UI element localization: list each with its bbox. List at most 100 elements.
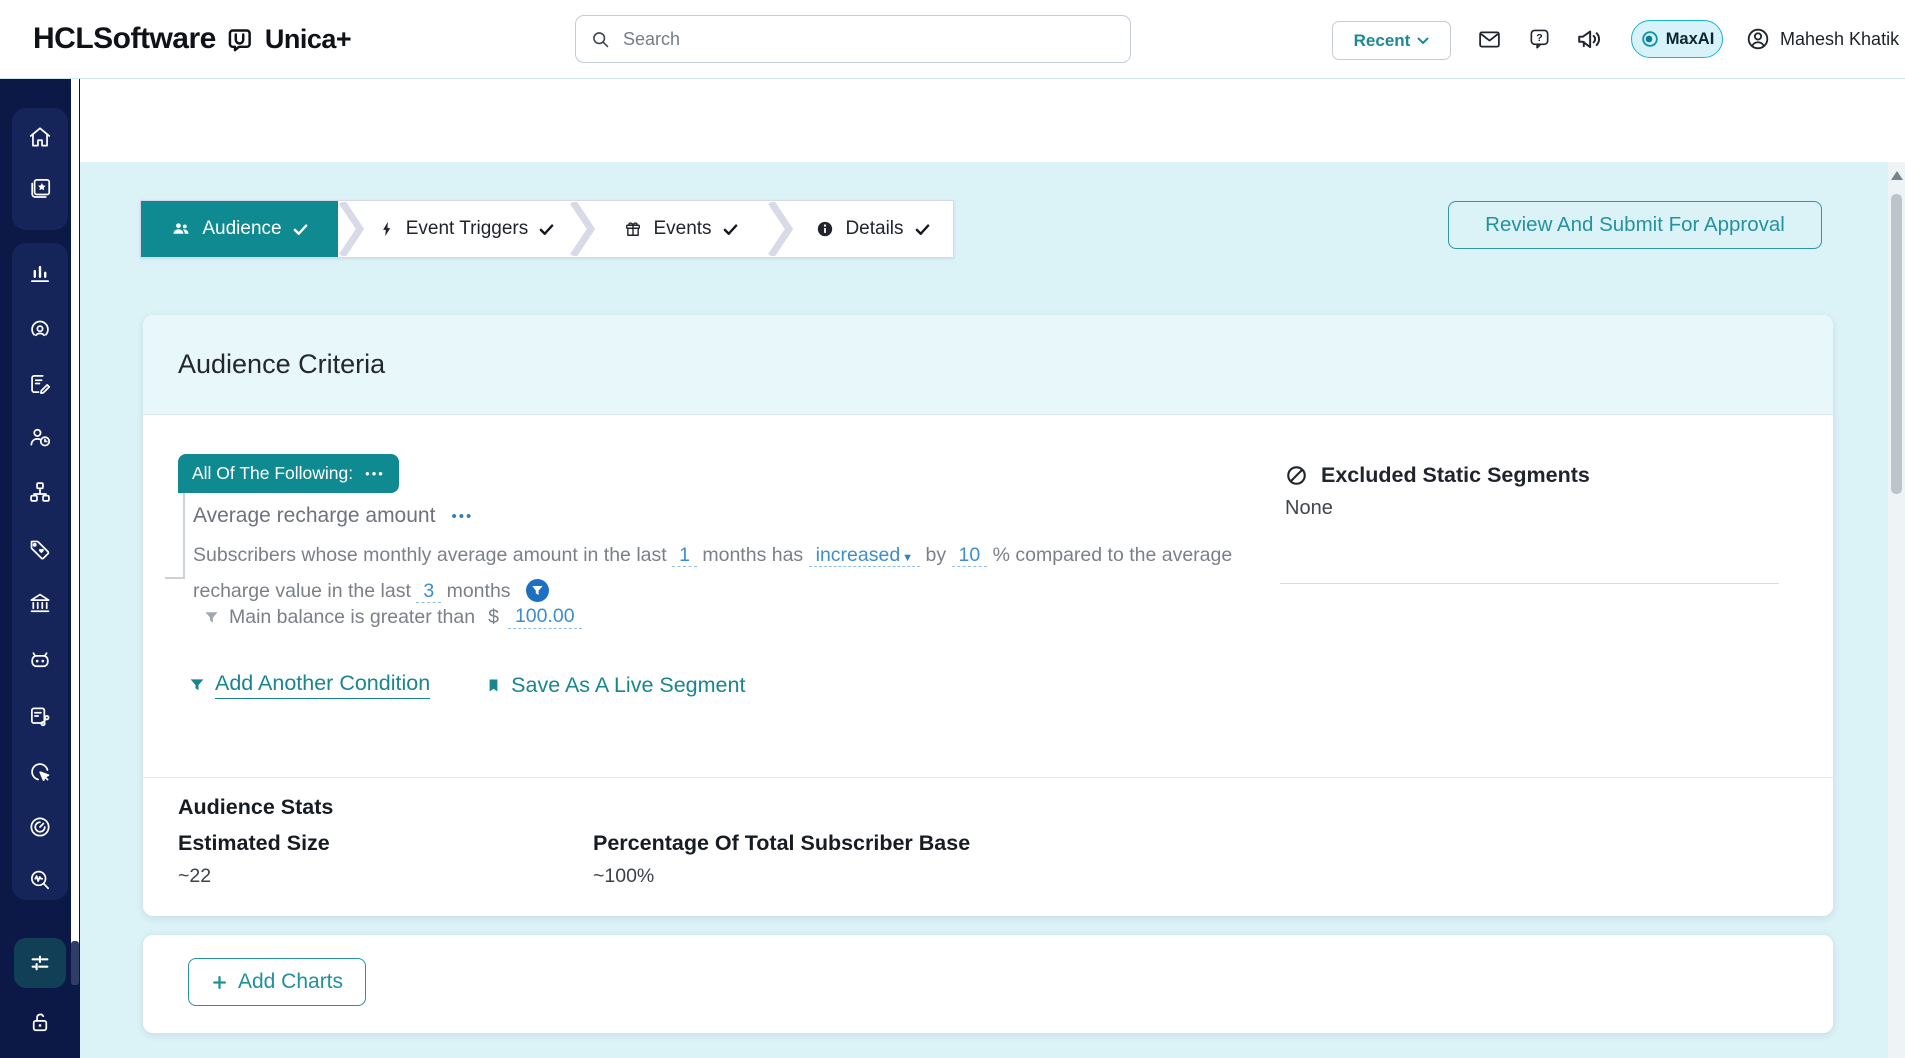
pct-subscriber-label: Percentage Of Total Subscriber Base <box>593 831 971 855</box>
step-events[interactable]: Events <box>595 201 767 257</box>
step-audience[interactable]: Audience <box>141 201 338 257</box>
condition-group-chip[interactable]: All Of The Following: ••• <box>178 454 399 493</box>
condition-tree-line <box>183 493 185 579</box>
condition-tree-foot <box>165 577 183 579</box>
currency-symbol: $ <box>488 605 499 628</box>
add-condition-link[interactable]: Add Another Condition <box>188 671 431 699</box>
stats-title: Audience Stats <box>178 795 334 819</box>
tag-heart-icon[interactable] <box>27 537 53 563</box>
condition-row: Average recharge amount ••• <box>193 504 473 528</box>
group-menu-dots-icon[interactable]: ••• <box>365 467 385 480</box>
excluded-segments-header: Excluded Static Segments <box>1285 463 1590 488</box>
add-charts-button[interactable]: Add Charts <box>188 958 366 1006</box>
chevron-down-icon <box>1417 37 1429 44</box>
maxai-icon <box>1641 31 1658 47</box>
sliders-settings-icon <box>31 955 49 971</box>
condition-actions: Add Another Condition Save As A Live Seg… <box>188 671 745 699</box>
step-separator-icon <box>768 202 793 256</box>
info-icon <box>818 221 833 237</box>
months-lookback-value[interactable]: 1 <box>672 544 697 567</box>
audience-group-icon <box>173 223 189 234</box>
step-label: Events <box>653 218 712 239</box>
sentence-text: Subscribers whose monthly average amount… <box>193 544 667 566</box>
review-submit-button[interactable]: Review And Submit For Approval <box>1448 201 1822 249</box>
estimated-size-label: Estimated Size <box>178 831 330 855</box>
excluded-value: None <box>1285 497 1333 519</box>
sentence-text: by <box>925 544 947 566</box>
robot-icon[interactable] <box>27 647 53 673</box>
trend-dropdown[interactable]: increased ▼ <box>808 544 921 567</box>
compare-months-value[interactable]: 3 <box>416 580 442 603</box>
filter-badge-icon[interactable] <box>525 579 549 602</box>
percent-value[interactable]: 10 <box>951 544 988 567</box>
document-edit-icon[interactable] <box>27 371 53 397</box>
lock-open-icon[interactable] <box>27 1009 53 1035</box>
sentence-text: recharge value in the last <box>193 580 411 602</box>
maxai-label: MaxAI <box>1665 29 1715 48</box>
excluded-title: Excluded Static Segments <box>1321 463 1590 487</box>
scroll-up-arrow-icon[interactable] <box>1891 171 1903 180</box>
user-avatar-icon <box>1747 28 1769 50</box>
person-clock-icon[interactable] <box>27 424 53 450</box>
user-menu[interactable]: Mahesh Khatik <box>1745 0 1899 78</box>
unica-logo: Unica+ <box>264 23 352 54</box>
bank-icon[interactable] <box>27 590 53 616</box>
gift-icon <box>626 222 641 236</box>
page-scrollbar[interactable] <box>1888 162 1905 1058</box>
save-segment-link[interactable]: Save As A Live Segment <box>485 673 745 698</box>
sentence-line-2: recharge value in the last 3 months <box>193 575 1393 608</box>
condition-menu-dots-icon[interactable]: ••• <box>451 508 473 525</box>
group-label: All Of The Following: <box>192 463 354 483</box>
unica-badge-icon <box>226 26 253 53</box>
app-header: HCLSoftware Unica+ Recent ? <box>0 0 1905 79</box>
search-bar[interactable] <box>575 15 1131 63</box>
maxai-button[interactable]: MaxAI <box>1631 20 1723 58</box>
search-icon <box>590 29 611 50</box>
sub-condition-text: Main balance is greater than <box>229 605 476 628</box>
sentence-line-1: Subscribers whose monthly average amount… <box>193 539 1393 575</box>
cursor-click-icon[interactable] <box>27 759 53 785</box>
sidebar-settings-button[interactable] <box>14 938 66 988</box>
announcement-icon[interactable] <box>1574 0 1604 78</box>
recent-dropdown[interactable]: Recent <box>1332 21 1451 60</box>
user-name: Mahesh Khatik <box>1780 28 1900 49</box>
org-chart-icon[interactable] <box>27 479 53 505</box>
page-scrollbar-thumb[interactable] <box>1891 194 1902 494</box>
mail-icon[interactable] <box>1477 0 1502 78</box>
card-header: Audience Criteria <box>143 315 1833 415</box>
sentence-text: months <box>446 580 511 602</box>
brand-logos: HCLSoftware Unica+ <box>33 0 352 78</box>
step-details[interactable]: Details <box>793 201 953 257</box>
step-label: Details <box>845 218 904 239</box>
help-icon[interactable]: ? <box>1528 0 1551 78</box>
condition-name: Average recharge amount <box>193 504 436 527</box>
stats-divider <box>143 777 1833 778</box>
sentence-text: months has <box>702 544 804 566</box>
balance-value[interactable]: 100.00 <box>507 605 582 629</box>
svg-text:?: ? <box>1536 32 1542 44</box>
charts-card: Add Charts <box>143 935 1833 1033</box>
sidebar-scrollbar[interactable] <box>71 78 79 985</box>
step-separator-icon <box>570 202 595 256</box>
audience-criteria-card: Audience Criteria All Of The Following: … <box>143 315 1833 916</box>
broadcast-person-icon[interactable] <box>27 317 53 343</box>
sidebar-scrollbar-thumb[interactable] <box>71 941 79 985</box>
plus-icon <box>213 975 226 989</box>
gauge-icon[interactable] <box>27 814 53 840</box>
bookmark-icon <box>489 678 498 692</box>
dropdown-caret-icon: ▼ <box>902 552 914 564</box>
card-title: Audience Criteria <box>178 349 386 379</box>
bar-chart-icon[interactable] <box>27 260 53 286</box>
condition-sentence: Subscribers whose monthly average amount… <box>193 539 1393 608</box>
step-event-triggers[interactable]: Event Triggers <box>364 201 569 257</box>
funnel-icon <box>205 611 218 622</box>
search-wave-icon[interactable] <box>27 867 53 893</box>
block-icon <box>1287 466 1306 485</box>
check-icon <box>723 223 737 235</box>
document-flow-icon[interactable] <box>27 703 53 729</box>
wizard-stepper: Audience Event Triggers Events Details <box>140 200 954 258</box>
search-input[interactable] <box>621 27 1116 51</box>
gallery-star-icon[interactable] <box>27 175 53 201</box>
home-icon[interactable] <box>27 124 53 150</box>
hcl-logo: HCLSoftware <box>33 22 216 55</box>
